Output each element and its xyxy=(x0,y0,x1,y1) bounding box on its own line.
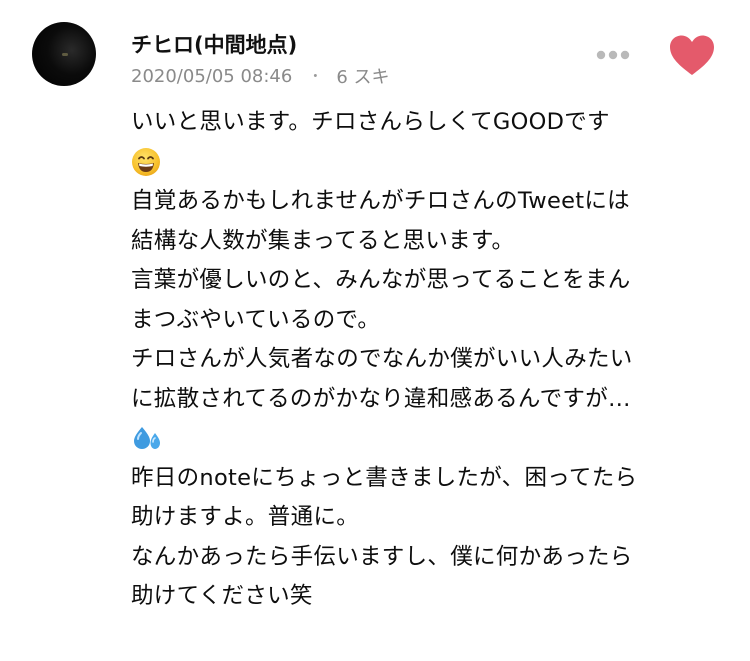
avatar-image xyxy=(62,53,68,56)
grinning-face-emoji xyxy=(132,148,160,177)
author-name[interactable]: チヒロ(中間地点) xyxy=(131,29,297,59)
comment-body: いいと思います。チロさんらしくてGOODです 自覚あるかもしれませんがチロさんの… xyxy=(131,103,731,617)
comment-line: 言葉が優しいのと、みんなが思ってることをまん xyxy=(131,267,631,293)
comment-line: まつぶやいているので。 xyxy=(131,306,381,333)
meta-separator: ・ xyxy=(308,69,323,85)
more-dots-icon xyxy=(596,50,630,60)
more-options-button[interactable] xyxy=(593,43,633,67)
comment-line: 昨日のnoteにちょっと書きましたが、困ってたら xyxy=(131,464,638,491)
sweat-droplets-emoji xyxy=(134,426,160,449)
comment-line: に拡散されてるのがかなり違和感あるんですが… xyxy=(131,385,631,412)
heart-icon xyxy=(670,35,714,75)
comment-meta: 2020/05/05 08:46 ・ 6 スキ xyxy=(131,63,390,89)
emoji-line xyxy=(131,419,731,459)
like-count[interactable]: 6 スキ xyxy=(336,63,389,89)
comment-line: チロさんが人気者なのでなんか僕がいい人みたい xyxy=(131,346,633,372)
comment-date: 2020/05/05 08:46 xyxy=(131,65,293,87)
comment-line: 助けてください笑 xyxy=(131,583,313,609)
comment-line: 助けますよ。普通に。 xyxy=(131,504,360,530)
avatar[interactable] xyxy=(32,22,96,86)
comment-line: なんかあったら手伝いますし、僕に何かあったら xyxy=(131,543,633,570)
like-button[interactable] xyxy=(668,34,716,78)
comment-line: 自覚あるかもしれませんがチロさんのTweetには xyxy=(131,188,630,214)
comment-line: 結構な人数が集まってると思います。 xyxy=(131,227,515,254)
comment-line: いいと思います。チロさんらしくてGOODです xyxy=(131,109,610,135)
comment-card: チヒロ(中間地点) 2020/05/05 08:46 ・ 6 スキ いいと思いま… xyxy=(0,0,750,661)
emoji-line xyxy=(131,143,731,183)
